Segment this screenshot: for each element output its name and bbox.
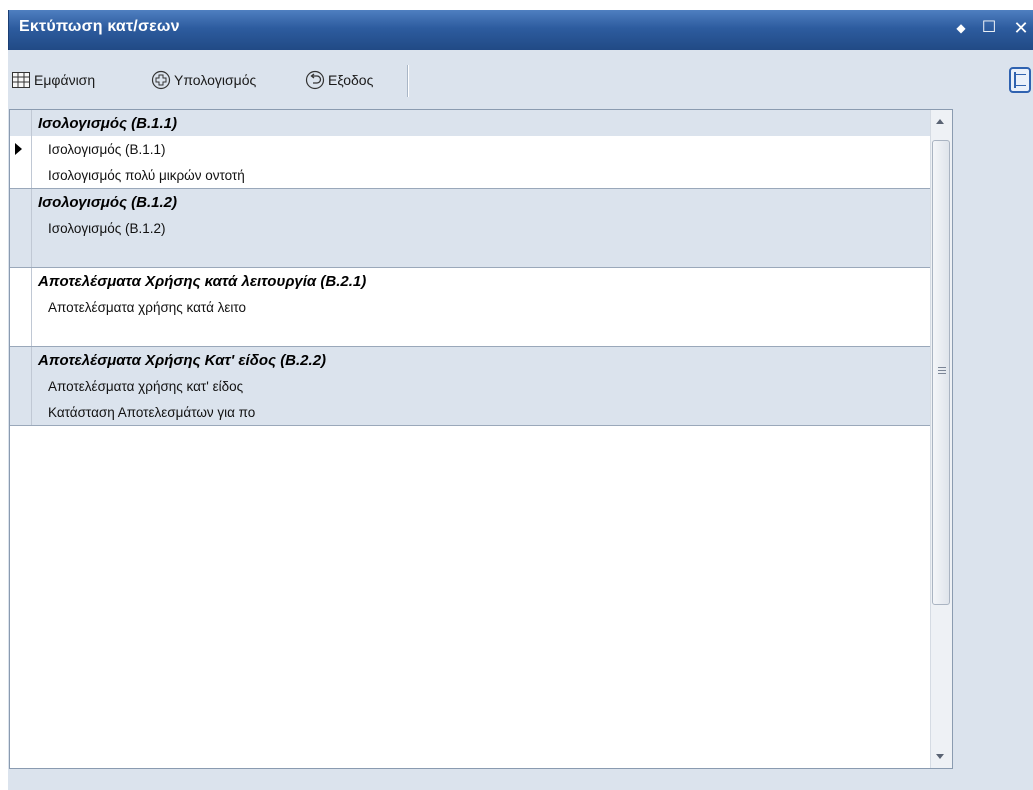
panel-layout-icon[interactable] xyxy=(1009,67,1031,93)
row-selector xyxy=(10,320,32,346)
row-selector[interactable] xyxy=(10,268,32,294)
group-header: Αποτελέσματα Χρήσης κατά λειτουργία (Β.2… xyxy=(38,272,367,290)
calculate-button-label: Υπολογισμός xyxy=(174,72,257,88)
report-group: Ισολογισμός (Β.1.2) Ισολογισμός (Β.1.2) xyxy=(10,189,930,268)
report-item-row[interactable]: Ισολογισμός πολύ μικρών οντοτή xyxy=(10,162,930,188)
pin-icon[interactable]: ◆ xyxy=(953,18,969,38)
group-header-row[interactable]: Ισολογισμός (Β.1.1) xyxy=(10,110,930,136)
grid-rows: Ισολογισμός (Β.1.1) Ισολογισμός (Β.1.1) … xyxy=(10,110,930,426)
row-selector[interactable] xyxy=(10,189,32,215)
exit-button-label: Εξοδος xyxy=(328,72,374,88)
empty-row xyxy=(10,241,930,267)
reports-grid[interactable]: Ισολογισμός (Β.1.1) Ισολογισμός (Β.1.1) … xyxy=(9,109,953,769)
report-item: Αποτελέσματα χρήσης κατά λειτο xyxy=(48,299,247,315)
row-selector[interactable] xyxy=(10,399,32,425)
show-button-label: Εμφάνιση xyxy=(34,72,96,88)
report-item-row[interactable]: Ισολογισμός (Β.1.2) xyxy=(10,215,930,241)
scroll-down-arrow-icon[interactable] xyxy=(936,754,944,759)
row-selector[interactable] xyxy=(10,347,32,373)
maximize-icon[interactable]: ☐ xyxy=(979,18,999,38)
grip-icon xyxy=(938,367,946,374)
group-header: Ισολογισμός (Β.1.2) xyxy=(38,193,177,211)
report-item-row[interactable]: Αποτελέσματα χρήσης κατ' είδος xyxy=(10,373,930,399)
report-group: Αποτελέσματα Χρήσης Κατ' είδος (Β.2.2) Α… xyxy=(10,347,930,426)
report-group: Ισολογισμός (Β.1.1) Ισολογισμός (Β.1.1) … xyxy=(10,110,930,189)
scroll-thumb[interactable] xyxy=(932,140,950,605)
group-header: Ισολογισμός (Β.1.1) xyxy=(38,114,177,132)
row-selector xyxy=(10,241,32,267)
close-icon[interactable]: ✕ xyxy=(1009,18,1033,38)
report-item: Ισολογισμός πολύ μικρών οντοτή xyxy=(48,167,245,183)
exit-button[interactable]: Εξοδος xyxy=(305,69,373,91)
row-selector[interactable] xyxy=(10,215,32,241)
plus-circle-icon xyxy=(151,70,171,90)
report-window: Εκτύπωση κατ/σεων ◆ ☐ ✕ Εμφάνιση Υπολογι… xyxy=(8,10,1033,790)
row-selector[interactable] xyxy=(10,162,32,188)
grid-icon xyxy=(11,70,31,90)
title-bar[interactable]: Εκτύπωση κατ/σεων ◆ ☐ ✕ xyxy=(8,10,1033,50)
current-row-icon xyxy=(15,143,22,155)
show-button[interactable]: Εμφάνιση xyxy=(11,69,95,91)
empty-row xyxy=(10,320,930,346)
toolbar-separator xyxy=(407,65,409,97)
group-header: Αποτελέσματα Χρήσης Κατ' είδος (Β.2.2) xyxy=(38,351,327,369)
vertical-scrollbar[interactable] xyxy=(930,110,952,768)
report-group: Αποτελέσματα Χρήσης κατά λειτουργία (Β.2… xyxy=(10,268,930,347)
exit-arrow-icon xyxy=(305,70,325,90)
calculate-button[interactable]: Υπολογισμός xyxy=(151,69,256,91)
scroll-up-arrow-icon[interactable] xyxy=(936,119,944,124)
report-item: Ισολογισμός (Β.1.1) xyxy=(48,141,166,157)
group-header-row[interactable]: Ισολογισμός (Β.1.2) xyxy=(10,189,930,215)
report-item-row[interactable]: Αποτελέσματα χρήσης κατά λειτο xyxy=(10,294,930,320)
row-selector[interactable] xyxy=(10,373,32,399)
report-item: Κατάσταση Αποτελεσμάτων για πο xyxy=(48,404,256,420)
window-title: Εκτύπωση κατ/σεων xyxy=(19,18,180,35)
report-item-row[interactable]: Κατάσταση Αποτελεσμάτων για πο xyxy=(10,399,930,425)
report-item: Ισολογισμός (Β.1.2) xyxy=(48,220,166,236)
report-item-row[interactable]: Ισολογισμός (Β.1.1) xyxy=(10,136,930,162)
row-selector[interactable] xyxy=(10,136,32,162)
row-selector[interactable] xyxy=(10,294,32,320)
group-header-row[interactable]: Αποτελέσματα Χρήσης κατά λειτουργία (Β.2… xyxy=(10,268,930,294)
group-header-row[interactable]: Αποτελέσματα Χρήσης Κατ' είδος (Β.2.2) xyxy=(10,347,930,373)
toolbar: Εμφάνιση Υπολογισμός Εξοδος xyxy=(8,61,1033,101)
row-selector[interactable] xyxy=(10,110,32,136)
report-item: Αποτελέσματα χρήσης κατ' είδος xyxy=(48,378,244,394)
